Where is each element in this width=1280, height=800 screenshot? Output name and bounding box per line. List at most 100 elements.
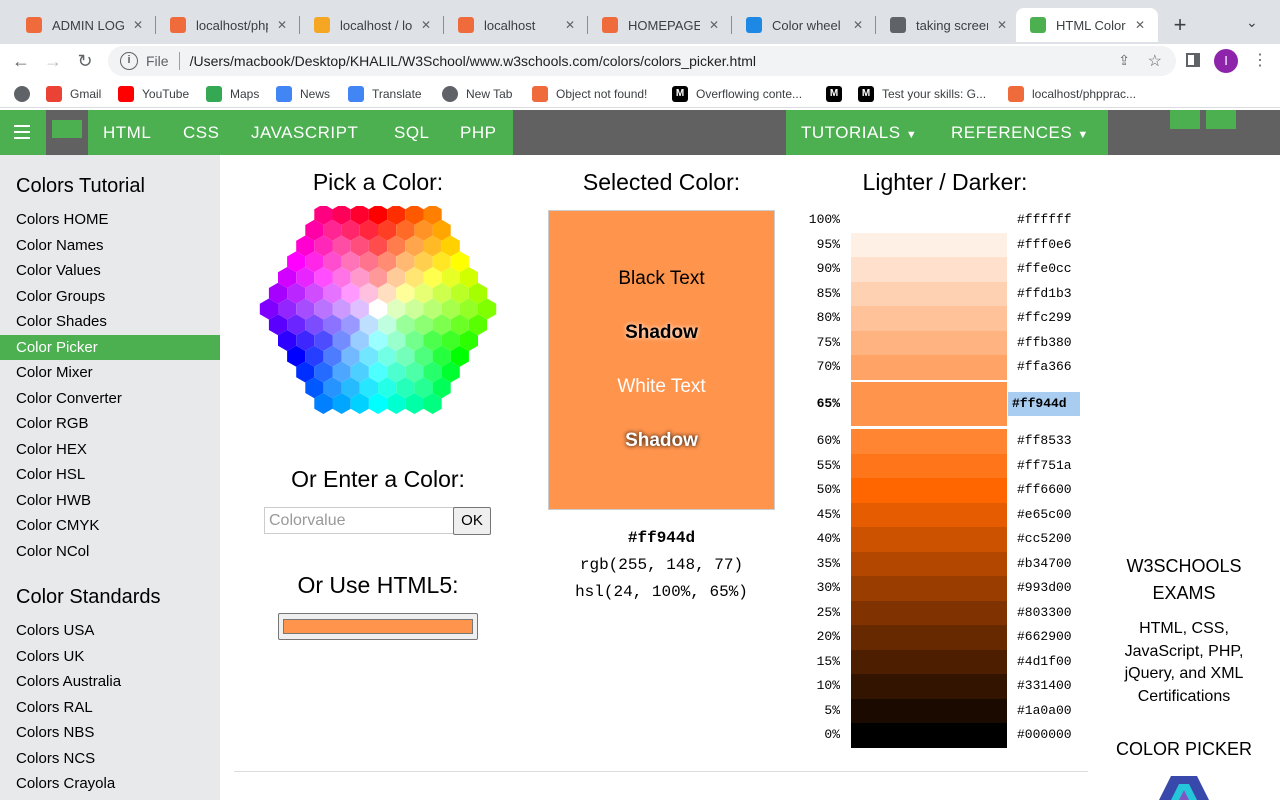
nav-tutorials[interactable]: TUTORIALS ▼ [801,110,917,155]
forward-icon[interactable]: → [40,48,66,74]
bookmark-item[interactable]: YouTube [118,86,189,102]
shade-swatch[interactable] [851,453,1007,478]
nav-css[interactable]: CSS [183,110,219,155]
shade-row[interactable]: 5% #1a0a00 [800,698,1080,723]
shade-swatch[interactable] [851,649,1007,674]
shade-row[interactable]: 75% #ffb380 [800,330,1080,355]
logo[interactable] [46,110,88,155]
shade-swatch[interactable] [851,698,1007,723]
shade-row[interactable]: 45% #e65c00 [800,502,1080,527]
sidebar-item[interactable]: Color Names [0,233,220,258]
browser-tab[interactable]: taking screens ✕ [876,8,1020,42]
color-picker-ad-title[interactable]: COLOR PICKER [1100,739,1268,760]
sidebar-item[interactable]: Colors USA [0,618,220,643]
tab-close-icon[interactable]: ✕ [274,18,290,32]
browser-tab[interactable]: localhost/phpp ✕ [156,8,300,42]
shade-swatch[interactable] [851,379,1007,428]
shade-row[interactable]: 35% #b34700 [800,551,1080,576]
shade-row[interactable]: 65% #ff944d [800,379,1080,428]
nav-references[interactable]: REFERENCES ▼ [951,110,1089,155]
sidebar-item[interactable]: Colors RAL [0,695,220,720]
bookmark-item[interactable]: News [276,86,330,102]
shade-row[interactable]: 30% #993d00 [800,576,1080,601]
side-panel-icon[interactable] [1186,53,1200,67]
topnav-square-1[interactable] [1170,110,1200,129]
browser-tab[interactable]: localhost / loc ✕ [300,8,444,42]
shade-row[interactable]: 50% #ff6600 [800,478,1080,503]
back-icon[interactable]: ← [8,48,34,74]
color-hexagon-map[interactable] [256,206,501,416]
ok-button[interactable]: OK [453,507,491,535]
bookmark-item[interactable]: M Overflowing conte... [672,86,802,102]
bookmark-item[interactable]: Gmail [46,86,101,102]
shade-swatch[interactable] [851,723,1007,748]
browser-tab[interactable]: Color wheel - ✕ [732,8,876,42]
tab-search-icon[interactable]: ⌄ [1246,14,1258,31]
bookmark-item[interactable]: Maps [206,86,259,102]
sidebar-item[interactable]: Color Converter [0,386,220,411]
reload-icon[interactable]: ↻ [72,48,98,74]
shade-row[interactable]: 100% #ffffff [800,208,1080,233]
tab-close-icon[interactable]: ✕ [850,18,866,32]
browser-tab[interactable]: ADMIN LOGIN ✕ [12,8,156,42]
nav-javascript[interactable]: JAVASCRIPT [251,110,358,155]
bookmark-item[interactable]: Translate [348,86,422,102]
sidebar-item[interactable]: Color HSL [0,462,220,487]
shade-swatch[interactable] [851,502,1007,527]
shade-row[interactable]: 20% #662900 [800,625,1080,650]
sidebar-item[interactable]: Color Values [0,258,220,283]
shade-swatch[interactable] [851,600,1007,625]
browser-tab[interactable]: HTML Color P ✕ [1016,8,1158,42]
shade-swatch[interactable] [851,306,1007,331]
sidebar-item[interactable]: Color NCol [0,539,220,564]
bookmark-item[interactable]: localhost/phpprac... [1008,86,1136,102]
tab-close-icon[interactable]: ✕ [562,18,578,32]
share-icon[interactable]: ⇪ [1118,52,1130,69]
bookmark-item[interactable]: M [826,86,850,102]
browser-tab[interactable]: localhost ✕ [444,8,588,42]
shade-swatch[interactable] [851,674,1007,699]
shade-swatch[interactable] [851,625,1007,650]
tab-close-icon[interactable]: ✕ [418,18,434,32]
shade-swatch[interactable] [851,429,1007,454]
shade-row[interactable]: 25% #803300 [800,600,1080,625]
sidebar-item[interactable]: Color RGB [0,411,220,436]
sidebar-item[interactable]: Colors Australia [0,669,220,694]
new-tab-button[interactable]: + [1168,12,1192,38]
shade-row[interactable]: 10% #331400 [800,674,1080,699]
shade-swatch[interactable] [851,208,1007,233]
site-info-icon[interactable]: i [120,52,138,70]
tab-close-icon[interactable]: ✕ [994,18,1010,32]
shade-swatch[interactable] [851,232,1007,257]
html5-color-input[interactable] [278,613,478,640]
sidebar-item[interactable]: Color Shades [0,309,220,334]
sidebar-item[interactable]: Color Groups [0,284,220,309]
nav-html[interactable]: HTML [103,110,151,155]
sidebar-item[interactable]: Color HWB [0,488,220,513]
topnav-square-2[interactable] [1206,110,1236,129]
color-value-input[interactable]: Colorvalue [264,507,454,534]
sidebar-item[interactable]: Colors UK [0,644,220,669]
sidebar-item[interactable]: Color CMYK [0,513,220,538]
hamburger-icon[interactable] [14,125,30,143]
nav-sql[interactable]: SQL [394,110,430,155]
shade-row[interactable]: 95% #fff0e6 [800,232,1080,257]
nav-php[interactable]: PHP [460,110,496,155]
sidebar-item[interactable]: Color Picker [0,334,220,360]
profile-avatar[interactable]: I [1214,49,1238,73]
shade-swatch[interactable] [851,257,1007,282]
tab-close-icon[interactable]: ✕ [706,18,722,32]
shade-row[interactable]: 40% #cc5200 [800,527,1080,552]
shade-row[interactable]: 70% #ffa366 [800,355,1080,380]
sidebar-item[interactable]: Colors Crayola [0,771,220,796]
shade-row[interactable]: 85% #ffd1b3 [800,281,1080,306]
sidebar-item[interactable]: Colors HOME [0,207,220,232]
shade-row[interactable]: 90% #ffe0cc [800,257,1080,282]
sidebar-item[interactable]: Colors NCS [0,746,220,771]
bookmark-item[interactable]: M Test your skills: G... [858,86,986,102]
shade-swatch[interactable] [851,527,1007,552]
shade-swatch[interactable] [851,576,1007,601]
address-bar[interactable]: i File /Users/macbook/Desktop/KHALIL/W3S… [108,46,1176,76]
tab-close-icon[interactable]: ✕ [1132,18,1148,32]
browser-menu-icon[interactable]: ⋮ [1252,50,1268,70]
